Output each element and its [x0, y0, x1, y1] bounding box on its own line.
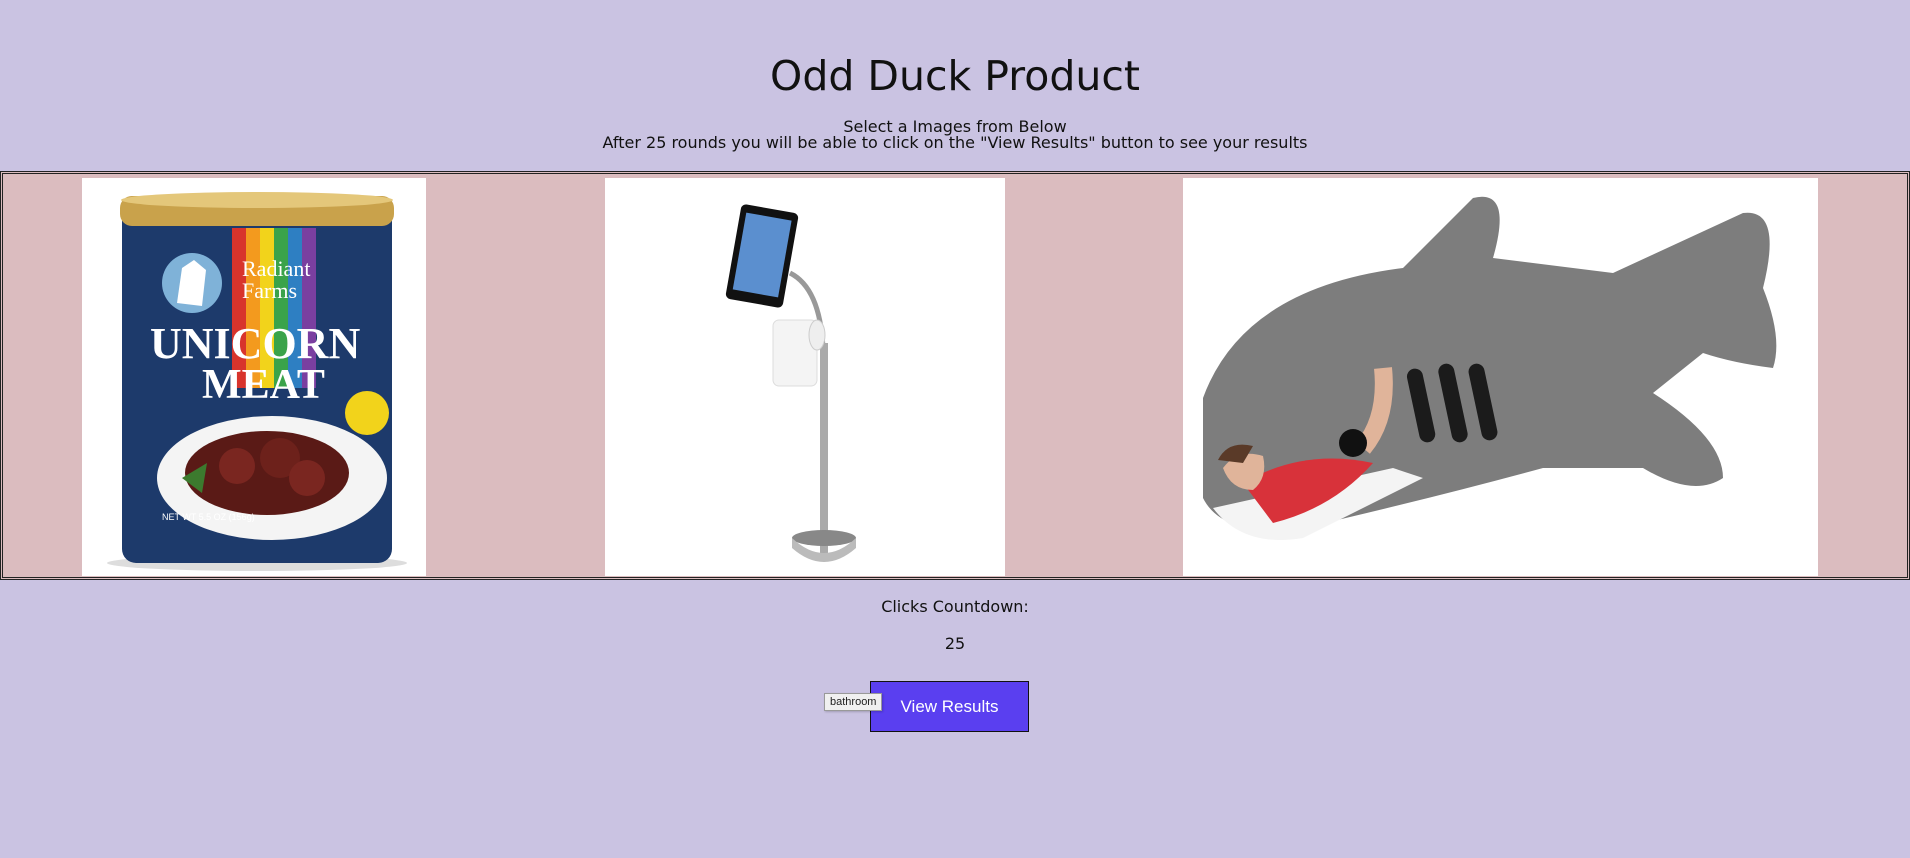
page-title: Odd Duck Product [770, 52, 1140, 100]
product-image-shark[interactable] [1183, 178, 1818, 576]
can-title-line1: UNICORN [150, 319, 360, 368]
product-image-strip: Radiant Farms UNICORN MEAT NET WT 5.5 OZ… [0, 171, 1910, 580]
tablet-toilet-paper-stand-image [725, 204, 856, 562]
shark-sleeping-bag-image [1203, 196, 1777, 540]
can-weight: NET WT 5.5 OZ (156g) [162, 512, 255, 522]
rounds-note: After 25 rounds you will be able to clic… [602, 133, 1308, 152]
product-image-unicorn-meat[interactable]: Radiant Farms UNICORN MEAT NET WT 5.5 OZ… [82, 178, 426, 576]
clicks-countdown-value: 25 [944, 634, 966, 653]
unicorn-meat-can-image: Radiant Farms UNICORN MEAT NET WT 5.5 OZ… [107, 192, 407, 571]
product-image-bathroom[interactable] [605, 178, 1005, 576]
can-brand-line2: Farms [242, 278, 297, 303]
product-name-tooltip: bathroom [824, 693, 883, 711]
can-title-line2: MEAT [202, 362, 325, 408]
view-results-button[interactable]: View Results [870, 681, 1029, 732]
clicks-countdown-label: Clicks Countdown: [881, 597, 1029, 616]
